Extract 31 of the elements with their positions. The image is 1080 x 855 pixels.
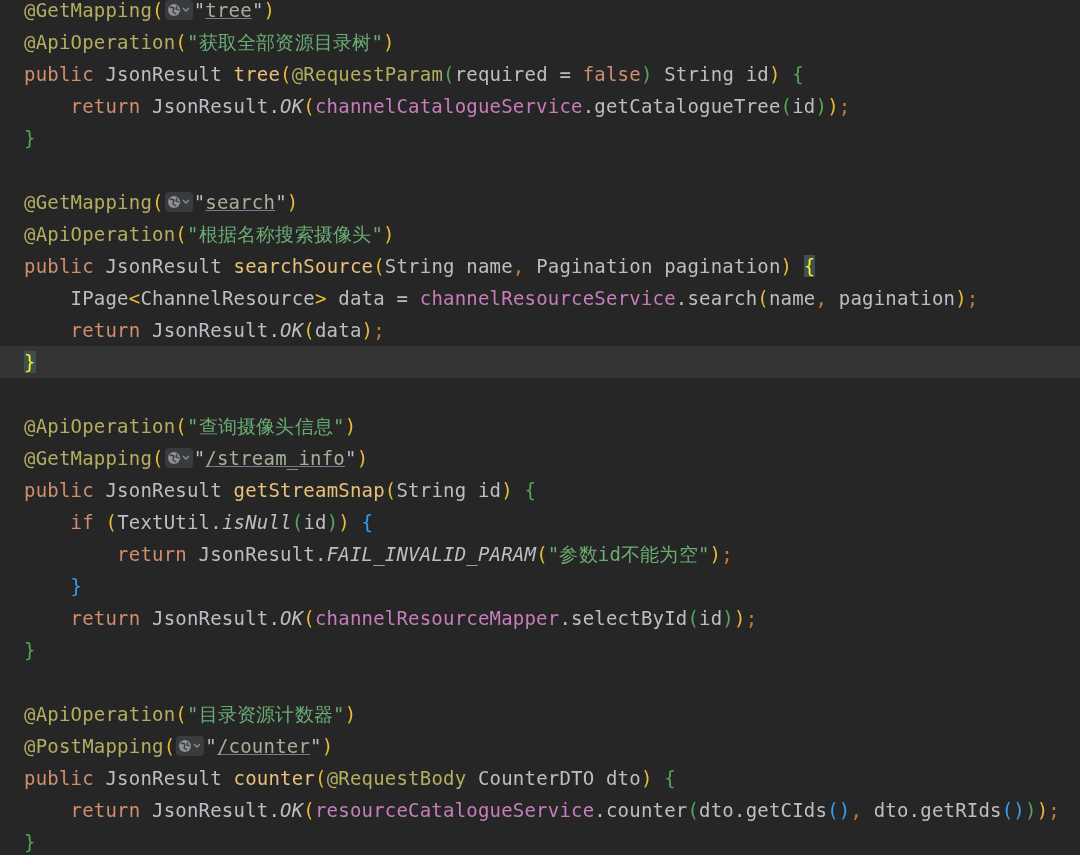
globe-dropdown-icon[interactable] xyxy=(164,192,193,212)
code-line: return JsonResult.OK(channelCatalogueService.getCatalogueTree(id)); xyxy=(69,94,851,119)
code-line: } xyxy=(24,830,36,855)
code-line: @ApiOperation("目录资源计数器") xyxy=(24,702,357,727)
code-line: public JsonResult searchSource(String name, Pagination pagination) { xyxy=(24,254,816,279)
code-text: "/counter") xyxy=(205,734,334,759)
code-line: return JsonResult.FAIL_INVALID_PARAM("参数id不能为空"); xyxy=(116,542,733,568)
globe-dropdown-icon[interactable] xyxy=(164,448,193,468)
code-line: @ApiOperation("获取全部资源目录树") xyxy=(24,30,395,55)
code-text: @GetMapping( xyxy=(24,190,164,215)
code-text: @GetMapping( xyxy=(24,446,164,471)
globe-dropdown-icon[interactable] xyxy=(176,736,205,756)
code-text: "search") xyxy=(193,190,299,215)
code-text: @PostMapping( xyxy=(24,734,176,759)
code-text: "/stream_info") xyxy=(193,446,369,472)
code-line: @ApiOperation("查询摄像头信息") xyxy=(24,414,357,439)
code-line: } xyxy=(69,574,83,599)
code-line: public JsonResult getStreamSnap(String id) { xyxy=(24,478,537,503)
code-line: if (TextUtil.isNull(id)) { xyxy=(69,510,374,535)
code-line: return JsonResult.OK(resourceCatalogueService.counter(dto.getCIds(), dto.getRIds())); xyxy=(69,798,1060,823)
code-line: public JsonResult counter(@RequestBody CounterDTO dto) { xyxy=(24,766,676,791)
code-line: return JsonResult.OK(data); xyxy=(69,318,385,343)
code-text: @GetMapping( xyxy=(24,0,164,23)
code-line: public JsonResult tree(@RequestParam(required = false) String id) { xyxy=(24,62,804,87)
code-line: } xyxy=(24,638,36,663)
code-line: } xyxy=(24,126,36,151)
code-line: @ApiOperation("根据名称搜索摄像头") xyxy=(24,222,395,247)
globe-dropdown-icon[interactable] xyxy=(164,0,193,20)
code-line: return JsonResult.OK(channelResourceMapper.selectById(id)); xyxy=(69,606,758,631)
code-line: IPage<ChannelResource> data = channelResourceService.search(name, pagination); xyxy=(69,286,979,311)
code-text: "tree") xyxy=(193,0,276,23)
